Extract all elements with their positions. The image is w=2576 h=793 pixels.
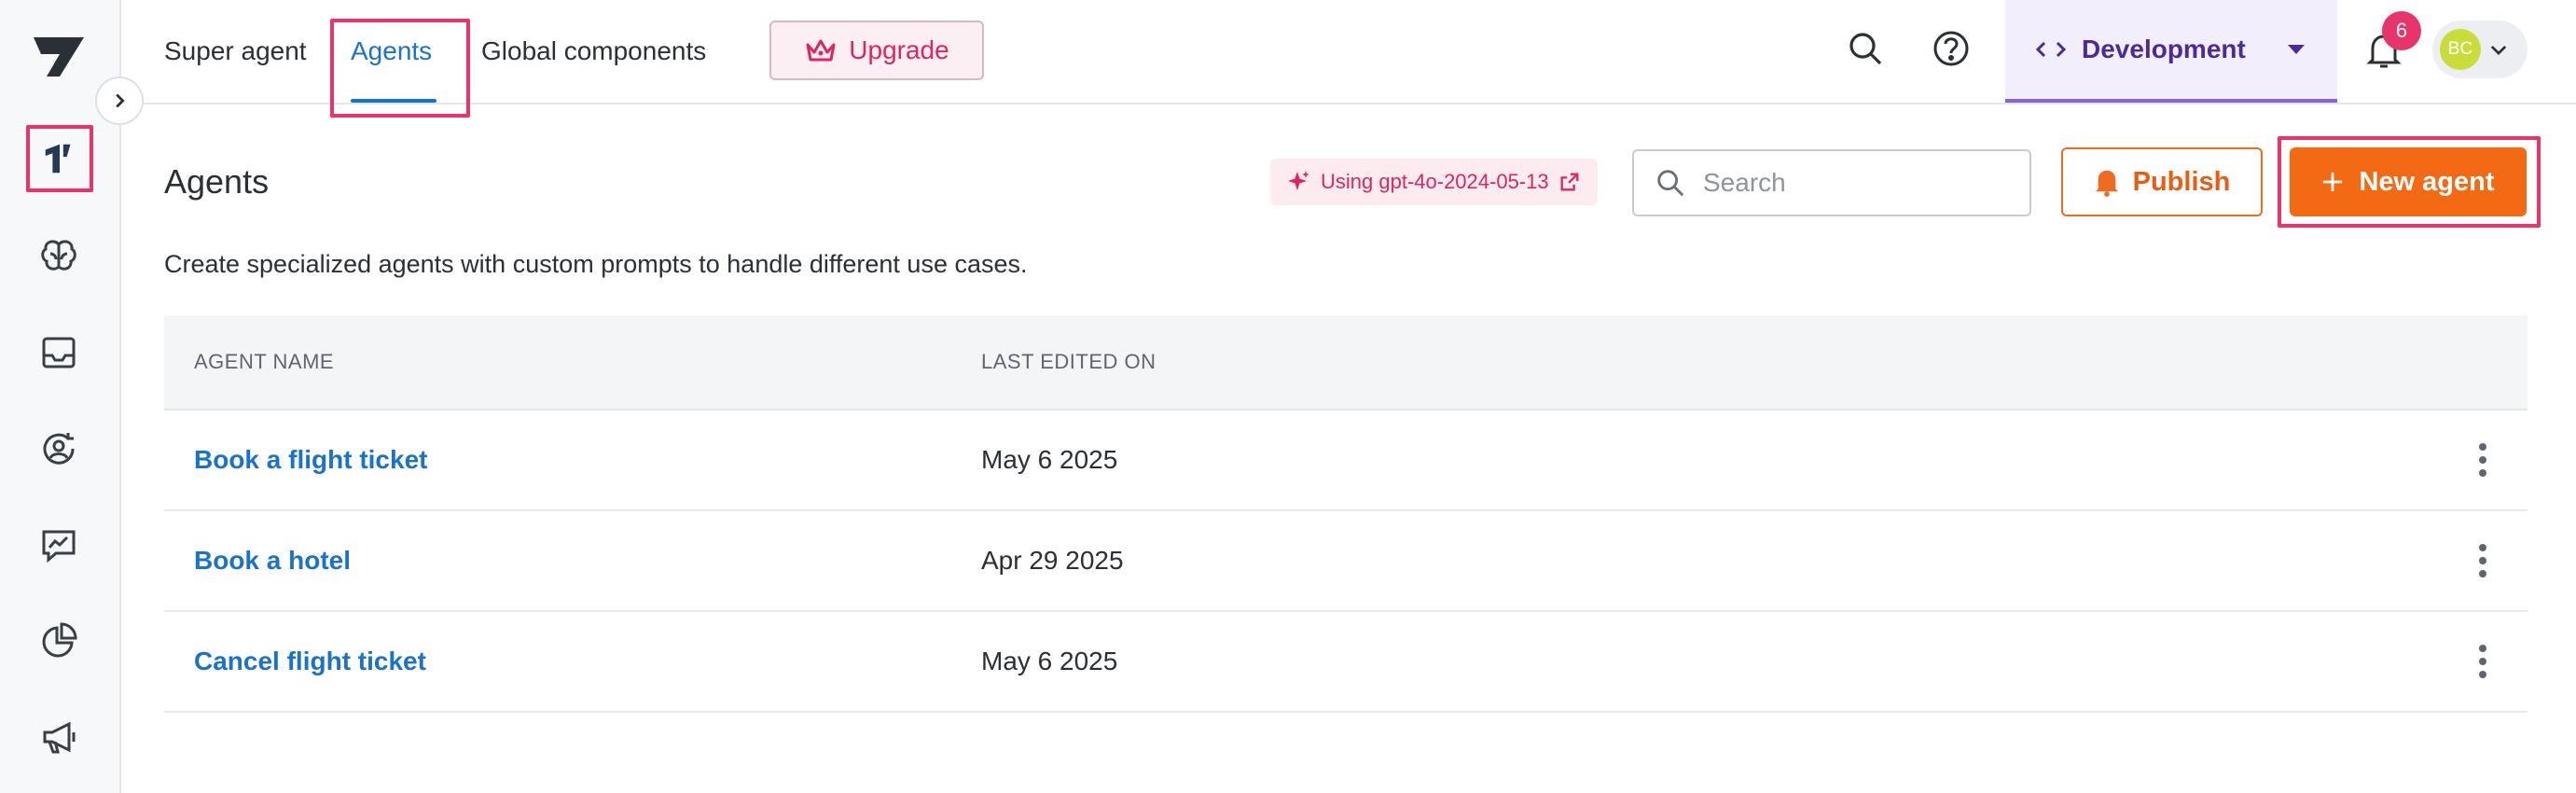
table-row[interactable]: Book a hotel Apr 29 2025 (164, 511, 2528, 612)
column-header-agent-name[interactable]: AGENT NAME (194, 315, 334, 409)
agent-name-link[interactable]: Book a flight ticket (194, 410, 427, 509)
account-menu[interactable]: BC (2432, 21, 2528, 78)
chevron-down-icon (2490, 45, 2507, 55)
table-row[interactable]: Cancel flight ticket May 6 2025 (164, 612, 2528, 713)
agents-table: AGENT NAME LAST EDITED ON Book a flight … (164, 315, 2528, 713)
bell-icon (2095, 170, 2118, 197)
last-edited-date: Apr 29 2025 (981, 546, 1124, 575)
chart-chat-icon[interactable] (37, 523, 80, 566)
crown-icon (806, 39, 836, 62)
logo-icon[interactable] (32, 34, 86, 80)
sparkle-icon (1288, 171, 1309, 190)
page-subtitle: Create specialized agents with custom pr… (164, 250, 1028, 278)
last-edited-date: May 6 2025 (981, 445, 1118, 474)
column-header-last-edited[interactable]: LAST EDITED ON (981, 315, 1156, 409)
search-icon[interactable] (1845, 28, 1886, 69)
agent-name-link[interactable]: Cancel flight ticket (194, 612, 426, 711)
more-options-icon[interactable] (2473, 542, 2492, 579)
last-edited-date: May 6 2025 (981, 647, 1118, 675)
more-options-icon[interactable] (2473, 441, 2492, 479)
page-title: Agents (164, 162, 270, 201)
environment-label: Development (2082, 35, 2246, 63)
chevron-right-icon (116, 93, 125, 108)
caret-down-icon (2287, 45, 2305, 54)
external-link-icon (1560, 173, 1579, 191)
table-header: AGENT NAME LAST EDITED ON (164, 315, 2528, 410)
help-icon[interactable] (1931, 28, 1972, 69)
new-agent-highlight (2278, 136, 2541, 228)
environment-switcher[interactable]: Development (2005, 0, 2337, 103)
tab-super-agent[interactable]: Super agent (164, 0, 307, 103)
code-icon (2035, 41, 2067, 58)
brain-icon[interactable] (37, 235, 80, 278)
app-icon[interactable] (26, 125, 93, 192)
upgrade-button[interactable]: Upgrade (769, 21, 984, 80)
agent-name-link[interactable]: Book a hotel (194, 511, 351, 610)
publish-button[interactable]: Publish (2061, 147, 2263, 216)
top-bar: Super agent Agents Global components Upg… (121, 0, 2576, 118)
megaphone-icon[interactable] (37, 716, 80, 758)
search-input[interactable] (1701, 167, 2003, 199)
pie-chart-icon[interactable] (37, 619, 80, 662)
user-sync-icon[interactable] (37, 427, 80, 470)
search-icon (1657, 170, 1684, 197)
inbox-icon[interactable] (37, 331, 80, 374)
expand-sidebar-button[interactable] (95, 77, 144, 125)
notification-badge: 6 (2382, 11, 2421, 50)
model-chip[interactable]: Using gpt-4o-2024-05-13 (1270, 159, 1598, 205)
model-label: Using gpt-4o-2024-05-13 (1321, 170, 1549, 193)
table-row[interactable]: Book a flight ticket May 6 2025 (164, 410, 2528, 511)
agents-tab-highlight (330, 19, 470, 118)
more-options-icon[interactable] (2473, 643, 2492, 680)
search-field[interactable] (1632, 149, 2031, 216)
tab-global-components[interactable]: Global components (481, 0, 706, 103)
avatar: BC (2440, 29, 2481, 70)
